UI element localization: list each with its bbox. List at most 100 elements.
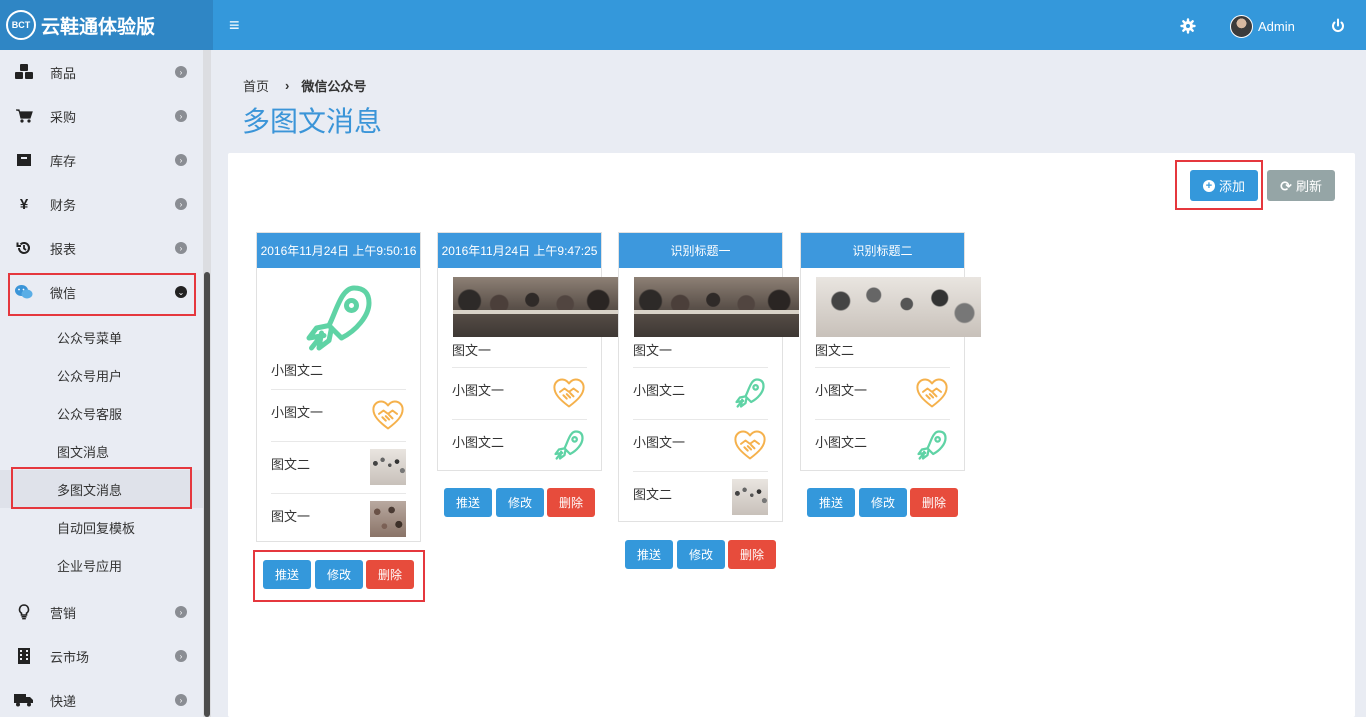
list-item[interactable]: 图文二 — [271, 441, 406, 493]
edit-button[interactable]: 修改 — [315, 560, 363, 589]
add-button[interactable]: + 添加 — [1190, 170, 1258, 201]
sidebar-subitem-users[interactable]: 公众号用户 — [0, 356, 203, 394]
news-card[interactable]: 识别标题二 图文二 小图文一 小图文二 — [800, 232, 981, 471]
handshake-icon — [551, 375, 587, 411]
cover-image — [634, 277, 799, 337]
lightbulb-icon — [14, 603, 34, 621]
card-header: 识别标题二 — [801, 233, 964, 268]
sidebar-subitem-enterprise[interactable]: 企业号应用 — [0, 546, 203, 584]
building-icon — [14, 647, 34, 665]
news-card[interactable]: 2016年11月24日 上午9:47:25 图文一 小图文一 小图文二 — [437, 232, 618, 471]
sidebar-subitem-label: 公众号菜单 — [57, 330, 123, 346]
delete-button[interactable]: 删除 — [366, 560, 414, 589]
breadcrumb: 首页 › 微信公众号 — [243, 76, 366, 95]
list-item[interactable]: 图文二 — [633, 471, 768, 523]
sidebar-subitem-label: 公众号用户 — [57, 368, 123, 384]
rocket-icon — [732, 375, 768, 411]
chevron-right-icon: › — [285, 78, 290, 93]
truck-icon — [14, 691, 34, 709]
rocket-icon — [914, 427, 950, 463]
push-button[interactable]: 推送 — [625, 540, 673, 569]
chevron-right-icon: › — [175, 650, 187, 662]
sidebar-subitem-label: 多图文消息 — [57, 482, 123, 498]
list-item[interactable]: 图文一 — [271, 493, 406, 545]
sidebar-item-inventory[interactable]: 库存 › — [0, 138, 200, 182]
power-icon[interactable] — [1330, 18, 1346, 34]
brand[interactable]: BCT 云鞋通体验版 — [0, 0, 213, 50]
list-item[interactable]: 小图文一 — [452, 367, 587, 419]
edit-button[interactable]: 修改 — [677, 540, 725, 569]
sidebar-item-label: 采购 — [50, 109, 77, 125]
chevron-right-icon: › — [175, 198, 187, 210]
hamburger-menu-icon[interactable]: ≡ — [229, 16, 245, 34]
sidebar-item-label: 微信 — [50, 285, 77, 301]
news-card[interactable]: 识别标题一 图文一 小图文二 小图文一 图文二 — [618, 232, 799, 523]
sidebar-item-marketing[interactable]: 营销 › — [0, 590, 200, 634]
user-name: Admin — [1258, 19, 1295, 34]
sidebar-item-express[interactable]: 快递 › — [0, 678, 200, 717]
list-item-title: 小图文一 — [633, 435, 686, 450]
sidebar-subitem-menu[interactable]: 公众号菜单 — [0, 318, 203, 356]
gear-icon[interactable] — [1180, 18, 1196, 34]
rocket-icon — [551, 427, 587, 463]
push-button[interactable]: 推送 — [444, 488, 492, 517]
handshake-icon — [370, 397, 406, 433]
sidebar-subitem-autoreply[interactable]: 自动回复模板 — [0, 508, 203, 546]
sidebar-item-reports[interactable]: 报表 › — [0, 226, 200, 270]
list-item-title: 图文一 — [271, 509, 311, 524]
plus-circle-icon: + — [1202, 179, 1215, 192]
list-item-title: 小图文二 — [452, 435, 505, 450]
sidebar-subitem-label: 自动回复模板 — [57, 520, 136, 536]
sidebar-subitem-label: 公众号客服 — [57, 406, 123, 422]
list-item-title: 图文二 — [633, 487, 673, 502]
sidebar-item-wechat[interactable]: 微信 ⌄ — [0, 270, 200, 314]
cover-image — [453, 277, 618, 337]
push-button[interactable]: 推送 — [807, 488, 855, 517]
push-button[interactable]: 推送 — [263, 560, 311, 589]
list-item[interactable]: 小图文一 — [815, 367, 950, 419]
list-item[interactable]: 小图文一 — [271, 389, 406, 441]
breadcrumb-home[interactable]: 首页 — [243, 76, 269, 95]
card-cover-title: 图文二 — [815, 343, 855, 358]
refresh-button[interactable]: ⟳ 刷新 — [1267, 170, 1335, 201]
chevron-right-icon: › — [175, 606, 187, 618]
sidebar-item-cloud-market[interactable]: 云市场 › — [0, 634, 200, 678]
news-card[interactable]: 2016年11月24日 上午9:50:16 小图文二 小图文一 图文二 图文一 — [256, 232, 421, 542]
list-item-title: 小图文二 — [815, 435, 868, 450]
avatar — [1230, 15, 1253, 38]
chevron-right-icon: › — [175, 154, 187, 166]
sidebar-item-goods[interactable]: 商品 › — [0, 50, 200, 94]
cover-image — [816, 277, 981, 337]
sidebar-subitem-news[interactable]: 图文消息 — [0, 432, 203, 470]
edit-button[interactable]: 修改 — [859, 488, 907, 517]
card-header: 2016年11月24日 上午9:47:25 — [438, 233, 601, 268]
list-item[interactable]: 小图文二 — [452, 419, 587, 471]
list-item-title: 小图文一 — [452, 383, 505, 398]
sidebar-scrollbar[interactable] — [204, 272, 210, 717]
sidebar-subitem-label: 企业号应用 — [57, 558, 123, 574]
sidebar-item-finance[interactable]: ¥ 财务 › — [0, 182, 200, 226]
edit-button[interactable]: 修改 — [496, 488, 544, 517]
refresh-icon: ⟳ — [1280, 177, 1292, 194]
thumbnail-image — [370, 449, 406, 485]
sidebar-subitem-label: 图文消息 — [57, 444, 110, 460]
card-cover-title: 图文一 — [633, 343, 673, 358]
history-icon — [14, 239, 34, 257]
list-item[interactable]: 小图文二 — [815, 419, 950, 471]
delete-button[interactable]: 删除 — [910, 488, 958, 517]
card-header: 识别标题一 — [619, 233, 782, 268]
sidebar-subitem-service[interactable]: 公众号客服 — [0, 394, 203, 432]
handshake-icon — [914, 375, 950, 411]
user-menu[interactable]: Admin — [1230, 15, 1295, 38]
add-button-label: 添加 — [1218, 179, 1245, 194]
sidebar-item-label: 快递 — [50, 693, 77, 709]
wechat-icon — [14, 283, 34, 301]
sidebar-item-purchase[interactable]: 采购 › — [0, 94, 200, 138]
delete-button[interactable]: 删除 — [547, 488, 595, 517]
list-item[interactable]: 小图文一 — [633, 419, 768, 471]
delete-button[interactable]: 删除 — [728, 540, 776, 569]
sidebar-subitem-multinews[interactable]: 多图文消息 — [0, 470, 203, 508]
yen-icon: ¥ — [19, 195, 29, 213]
cubes-icon — [14, 63, 34, 81]
list-item[interactable]: 小图文二 — [633, 367, 768, 419]
